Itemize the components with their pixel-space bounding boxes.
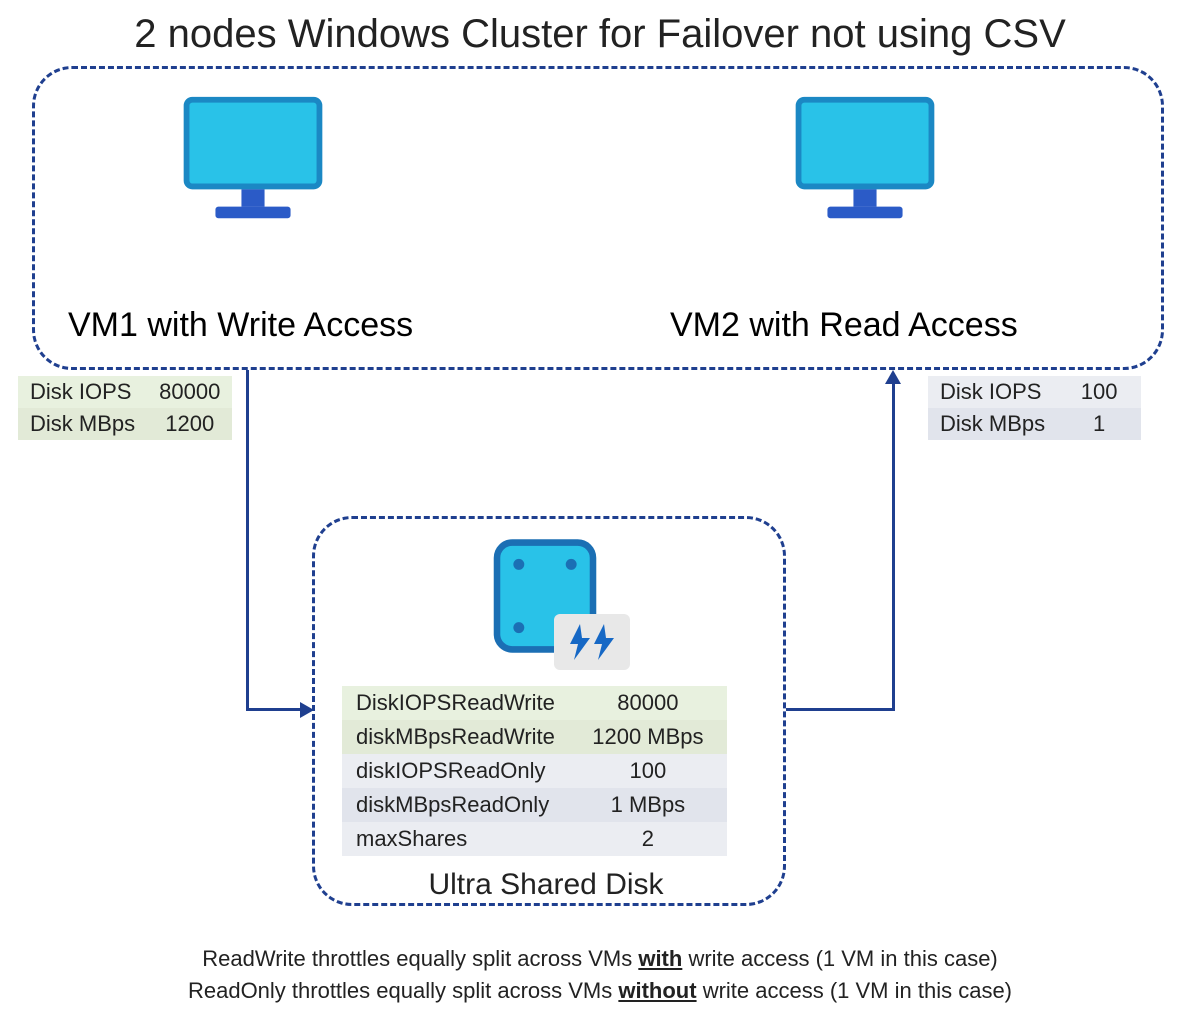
stat-value: 80000 — [147, 376, 232, 408]
diagram-title: 2 nodes Windows Cluster for Failover not… — [0, 12, 1200, 57]
disk-caption: Ultra Shared Disk — [312, 868, 780, 902]
stat-value: 80000 — [569, 686, 727, 720]
arrow-segment — [246, 708, 300, 711]
stat-key: diskMBpsReadWrite — [342, 720, 569, 754]
stat-key: Disk MBps — [18, 408, 147, 440]
stat-key: DiskIOPSReadWrite — [342, 686, 569, 720]
arrow-head-icon — [300, 702, 314, 718]
arrow-segment — [246, 370, 249, 710]
lightning-icon — [554, 614, 630, 670]
stat-key: Disk MBps — [928, 408, 1057, 440]
table-row: diskIOPSReadOnly100 — [342, 754, 727, 788]
table-row: diskMBpsReadWrite1200 MBps — [342, 720, 727, 754]
stat-value: 1 MBps — [569, 788, 727, 822]
table-row: Disk IOPS80000 — [18, 376, 232, 408]
table-row: maxShares2 — [342, 822, 727, 856]
table-row: Disk MBps1 — [928, 408, 1141, 440]
vm1-label: VM1 with Write Access — [68, 306, 413, 345]
stat-value: 1200 — [147, 408, 232, 440]
stat-key: Disk IOPS — [928, 376, 1057, 408]
table-row: DiskIOPSReadWrite80000 — [342, 686, 727, 720]
arrow-segment — [786, 708, 894, 711]
footer-line-1: ReadWrite throttles equally split across… — [0, 946, 1200, 972]
stat-key: maxShares — [342, 822, 569, 856]
monitor-icon — [180, 94, 326, 224]
table-row: Disk MBps1200 — [18, 408, 232, 440]
stat-value: 1 — [1057, 408, 1141, 440]
stat-value: 100 — [569, 754, 727, 788]
monitor-icon — [792, 94, 938, 224]
vm2-stats-table: Disk IOPS100 Disk MBps1 — [928, 376, 1141, 440]
stat-key: diskIOPSReadOnly — [342, 754, 569, 788]
arrow-segment — [892, 384, 895, 711]
disk-stats-table: DiskIOPSReadWrite80000 diskMBpsReadWrite… — [342, 686, 727, 856]
table-row: Disk IOPS100 — [928, 376, 1141, 408]
footer-line-2: ReadOnly throttles equally split across … — [0, 978, 1200, 1004]
arrow-head-icon — [885, 370, 901, 384]
stat-key: diskMBpsReadOnly — [342, 788, 569, 822]
stat-value: 100 — [1057, 376, 1141, 408]
stat-value: 2 — [569, 822, 727, 856]
vm2-label: VM2 with Read Access — [670, 306, 1018, 345]
table-row: diskMBpsReadOnly1 MBps — [342, 788, 727, 822]
stat-key: Disk IOPS — [18, 376, 147, 408]
stat-value: 1200 MBps — [569, 720, 727, 754]
vm1-stats-table: Disk IOPS80000 Disk MBps1200 — [18, 376, 232, 440]
